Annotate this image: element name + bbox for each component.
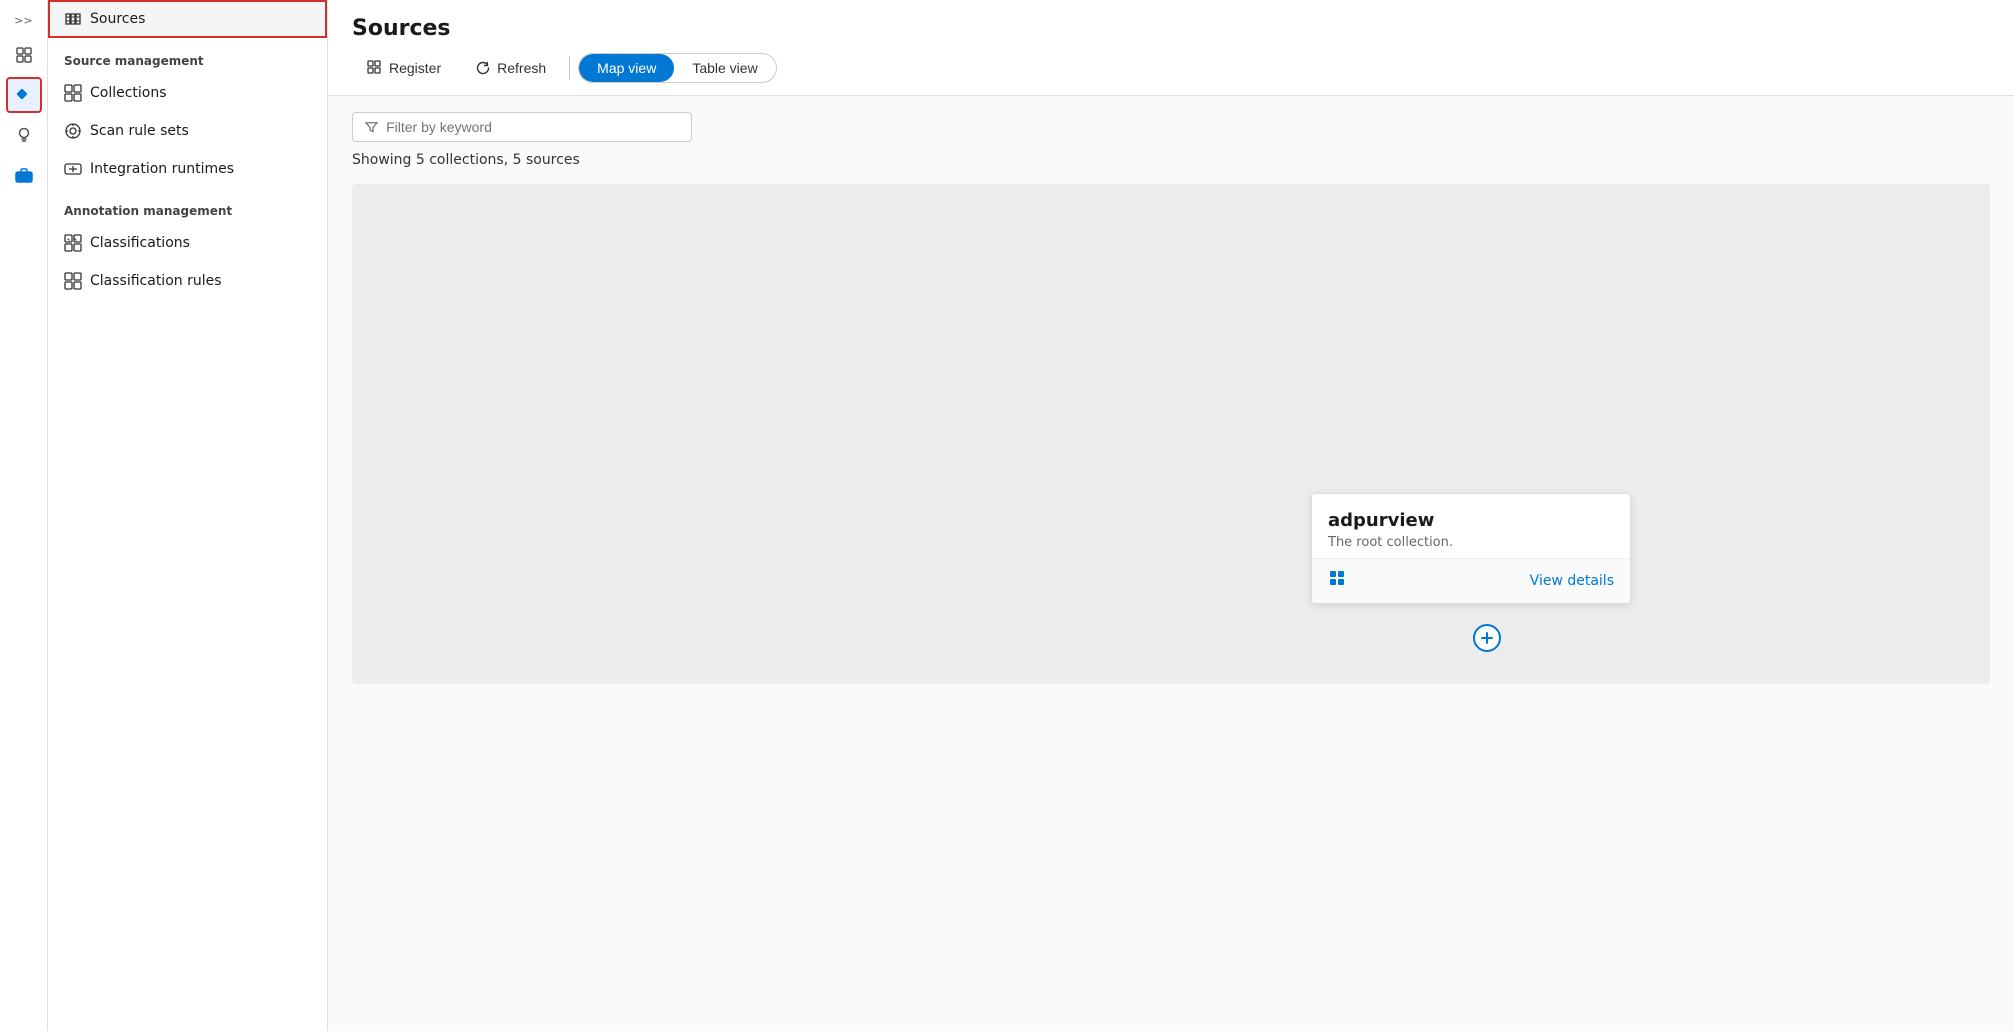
collections-icon bbox=[64, 84, 82, 102]
page-title: Sources bbox=[352, 16, 1990, 41]
register-icon bbox=[367, 60, 383, 76]
sources-icon bbox=[64, 10, 82, 28]
map-area[interactable]: adpurview The root collection. View deta… bbox=[352, 184, 1990, 684]
sidebar-item-integration-runtimes[interactable]: Integration runtimes bbox=[48, 150, 327, 188]
integration-runtimes-label: Integration runtimes bbox=[90, 161, 234, 177]
main-header: Sources Register Refresh bbox=[328, 0, 2014, 96]
register-label: Register bbox=[389, 60, 441, 76]
sidebar-item-collections[interactable]: Collections bbox=[48, 74, 327, 112]
card-header: adpurview The root collection. bbox=[1312, 494, 1630, 558]
nav-lightbulb-button[interactable] bbox=[6, 117, 42, 153]
plus-icon bbox=[1480, 631, 1494, 645]
source-management-section: Source management bbox=[48, 38, 327, 74]
card-footer: View details bbox=[1312, 558, 1630, 603]
scan-rule-sets-label: Scan rule sets bbox=[90, 123, 189, 139]
card-grid-icon bbox=[1328, 569, 1348, 593]
refresh-button[interactable]: Refresh bbox=[460, 53, 561, 83]
refresh-icon bbox=[475, 60, 491, 76]
classification-rules-label: Classification rules bbox=[90, 273, 222, 289]
sidebar-item-classification-rules[interactable]: Classification rules bbox=[48, 262, 327, 300]
card-subtitle: The root collection. bbox=[1328, 535, 1614, 550]
view-toggle: Map view Table view bbox=[578, 53, 777, 83]
expand-collection-button[interactable] bbox=[1473, 624, 1501, 652]
sources-label: Sources bbox=[90, 11, 145, 27]
refresh-label: Refresh bbox=[497, 60, 546, 76]
register-button[interactable]: Register bbox=[352, 53, 456, 83]
table-view-button[interactable]: Table view bbox=[674, 54, 775, 82]
nav-purview-button[interactable] bbox=[6, 77, 42, 113]
annotation-management-section: Annotation management bbox=[48, 188, 327, 224]
toolbar-divider bbox=[569, 56, 570, 80]
summary-text: Showing 5 collections, 5 sources bbox=[352, 152, 1990, 168]
expand-rail-button[interactable]: >> bbox=[10, 8, 36, 33]
sidebar: Sources Source management Collections Sc… bbox=[48, 0, 328, 1031]
collection-card: adpurview The root collection. View deta… bbox=[1311, 493, 1631, 604]
classifications-label: Classifications bbox=[90, 235, 190, 251]
main-content: Sources Register Refresh bbox=[328, 0, 2014, 1031]
sidebar-item-classifications[interactable]: Classifications bbox=[48, 224, 327, 262]
content-area: Showing 5 collections, 5 sources adpurvi… bbox=[328, 96, 2014, 1031]
collections-label: Collections bbox=[90, 85, 167, 101]
scan-rule-sets-icon bbox=[64, 122, 82, 140]
filter-icon bbox=[365, 120, 378, 134]
filter-input[interactable] bbox=[386, 119, 679, 135]
sidebar-item-scan-rule-sets[interactable]: Scan rule sets bbox=[48, 112, 327, 150]
nav-briefcase-button[interactable] bbox=[6, 157, 42, 193]
integration-runtimes-icon bbox=[64, 160, 82, 178]
icon-rail: >> bbox=[0, 0, 48, 1031]
classifications-icon bbox=[64, 234, 82, 252]
view-details-link[interactable]: View details bbox=[1530, 573, 1614, 589]
toolbar: Register Refresh Map view Table view bbox=[352, 53, 1990, 95]
sidebar-item-sources[interactable]: Sources bbox=[48, 0, 327, 38]
filter-bar bbox=[352, 112, 692, 142]
classification-rules-icon bbox=[64, 272, 82, 290]
map-view-button[interactable]: Map view bbox=[579, 54, 674, 82]
nav-layers-button[interactable] bbox=[6, 37, 42, 73]
card-title: adpurview bbox=[1328, 510, 1614, 531]
